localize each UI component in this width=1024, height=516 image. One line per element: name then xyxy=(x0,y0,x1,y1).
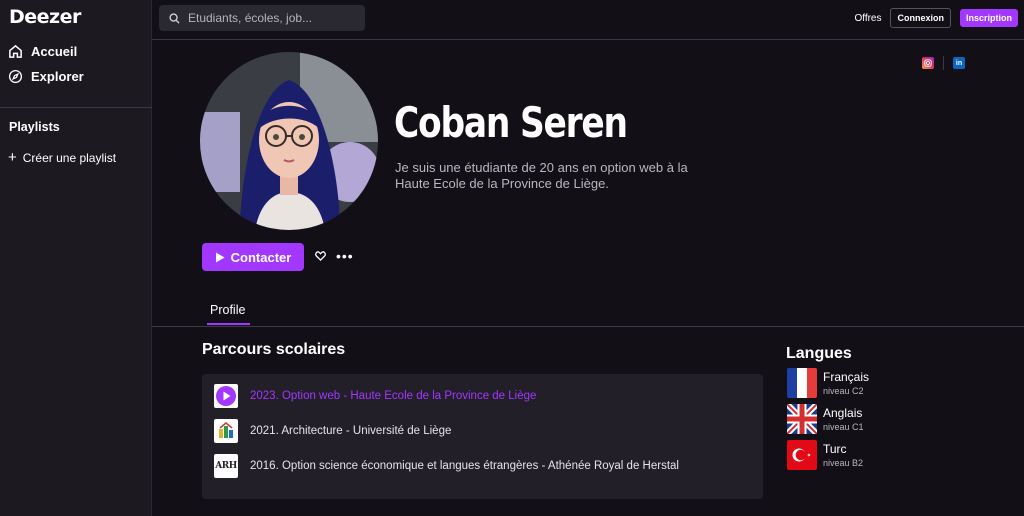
education-title: Parcours scolaires xyxy=(202,341,346,358)
language-name: Turc xyxy=(823,442,847,456)
sidebar-item-accueil[interactable]: Accueil xyxy=(8,44,77,59)
offres-link[interactable]: Offres xyxy=(854,13,881,24)
list-item[interactable]: 2023. Option web - Haute Ecole de la Pro… xyxy=(214,384,536,408)
education-list: 2023. Option web - Haute Ecole de la Pro… xyxy=(202,374,763,499)
language-level: niveau C2 xyxy=(823,386,864,396)
language-level: niveau C1 xyxy=(823,422,864,432)
playlists-title: Playlists xyxy=(9,120,60,134)
compass-icon xyxy=(8,69,23,84)
topbar: Offres Connexion Inscription xyxy=(152,0,1024,40)
school-text: 2023. Option web - Haute Ecole de la Pro… xyxy=(250,390,537,402)
more-options-icon[interactable]: ••• xyxy=(336,248,354,264)
sidebar: Deezer Accueil Explorer Playlists + Crée… xyxy=(0,0,152,516)
social-divider xyxy=(943,56,944,70)
uliege-logo xyxy=(214,419,238,443)
contact-label: Contacter xyxy=(230,249,292,265)
avatar xyxy=(200,52,378,230)
linkedin-text: in xyxy=(955,59,963,67)
profile-name: Coban Seren xyxy=(394,98,628,147)
france-flag-icon xyxy=(787,368,817,398)
sidebar-item-label: Explorer xyxy=(31,69,84,84)
language-name: Anglais xyxy=(823,406,863,420)
arh-logo-text: ARH xyxy=(215,461,237,471)
language-level: niveau B2 xyxy=(823,458,864,468)
tab-profile[interactable]: Profile xyxy=(210,303,245,317)
top-links: Offres Connexion Inscription xyxy=(854,8,1018,28)
create-playlist-label: Créer une playlist xyxy=(22,151,117,165)
sidebar-divider xyxy=(0,107,152,108)
language-name: Français xyxy=(823,370,870,384)
tab-active-indicator xyxy=(207,323,250,325)
language-item: Anglais niveau C1 xyxy=(787,404,864,434)
connexion-button[interactable]: Connexion xyxy=(890,8,951,28)
deezer-logo[interactable]: Deezer xyxy=(9,6,81,28)
uk-flag-icon xyxy=(787,404,817,434)
inscription-button[interactable]: Inscription xyxy=(959,9,1018,27)
search-icon xyxy=(169,12,180,24)
list-item[interactable]: 2021. Architecture - Université de Liège xyxy=(214,419,451,443)
play-logo xyxy=(214,384,238,408)
languages-title: Langues xyxy=(786,345,852,362)
create-playlist-button[interactable]: + Créer une playlist xyxy=(8,149,117,166)
sidebar-item-explorer[interactable]: Explorer xyxy=(8,69,84,84)
home-icon xyxy=(9,44,22,58)
language-item: Français niveau C2 xyxy=(787,368,869,398)
plus-icon: + xyxy=(8,149,17,166)
turkey-flag-icon xyxy=(787,440,817,470)
play-icon xyxy=(215,252,225,262)
school-text: 2016. Option science économique et langu… xyxy=(250,460,679,472)
list-item[interactable]: ARH 2016. Option science économique et l… xyxy=(214,454,679,478)
instagram-icon[interactable] xyxy=(922,57,934,69)
linkedin-icon[interactable]: in xyxy=(953,57,965,69)
search-input[interactable] xyxy=(188,11,348,25)
language-item: Turc niveau B2 xyxy=(787,440,863,470)
contact-button[interactable]: Contacter xyxy=(202,243,304,271)
arh-logo: ARH xyxy=(214,454,238,478)
content-divider xyxy=(152,326,1024,327)
search-box[interactable] xyxy=(159,5,365,31)
sidebar-item-label: Accueil xyxy=(31,44,78,59)
school-text: 2021. Architecture - Université de Liège xyxy=(250,425,452,437)
heart-icon[interactable] xyxy=(315,251,326,261)
profile-bio: Je suis une étudiante de 20 ans en optio… xyxy=(395,160,688,191)
